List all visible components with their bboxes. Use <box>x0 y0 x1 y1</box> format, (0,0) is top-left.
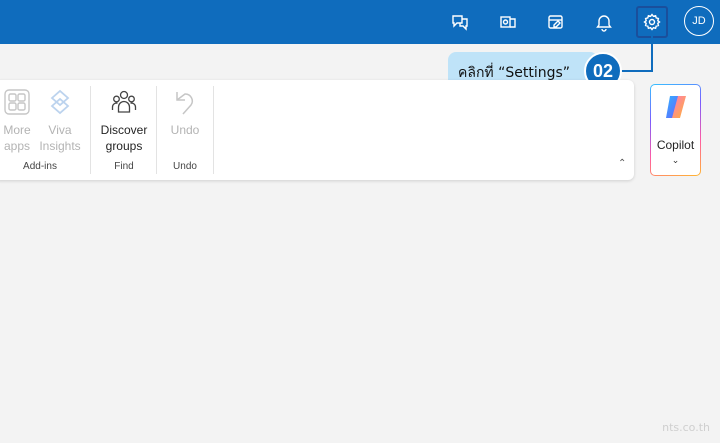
copilot-icon <box>666 96 686 118</box>
apps-grid-icon <box>4 89 30 115</box>
copilot-label: Copilot <box>656 138 695 152</box>
group-label-find: Find <box>114 161 134 172</box>
group-label-addins: Add-ins <box>23 161 57 172</box>
discover-groups-button[interactable]: Discover groups <box>98 88 150 154</box>
callout-leader-horizontal <box>620 70 653 72</box>
group-divider <box>213 86 214 174</box>
top-bar: JD <box>0 0 720 44</box>
discover-label-line2: groups <box>105 139 143 153</box>
more-apps-label-line2: apps <box>3 139 31 153</box>
outlook-icon[interactable] <box>492 6 524 38</box>
watermark: nts.co.th <box>662 421 710 434</box>
ribbon: More apps Viva Insights Add-ins Discover… <box>0 80 634 180</box>
people-group-icon <box>111 90 137 113</box>
feedback-icon[interactable] <box>444 6 476 38</box>
viva-label-line2: Insights <box>39 139 81 153</box>
discover-label-line1: Discover <box>100 123 148 137</box>
undo-button[interactable]: Undo <box>164 88 206 138</box>
group-divider <box>156 86 157 174</box>
viva-label-line1: Viva <box>48 123 72 137</box>
callout-leader-vertical <box>651 36 653 72</box>
avatar[interactable]: JD <box>684 6 714 36</box>
viva-insights-button[interactable]: Viva Insights <box>38 88 82 154</box>
collapse-ribbon-chevron-icon[interactable]: ⌃ <box>618 158 626 169</box>
tasks-icon[interactable] <box>540 6 572 38</box>
group-divider <box>90 86 91 174</box>
group-label-undo: Undo <box>173 161 197 172</box>
gear-icon[interactable] <box>636 6 668 38</box>
viva-insights-icon <box>50 89 70 115</box>
chevron-down-icon: ⌄ <box>671 156 680 166</box>
more-apps-button[interactable]: More apps <box>2 88 32 154</box>
bell-icon[interactable] <box>588 6 620 38</box>
more-apps-label-line1: More <box>3 123 31 137</box>
undo-icon <box>176 92 193 115</box>
undo-label: Undo <box>170 123 200 137</box>
